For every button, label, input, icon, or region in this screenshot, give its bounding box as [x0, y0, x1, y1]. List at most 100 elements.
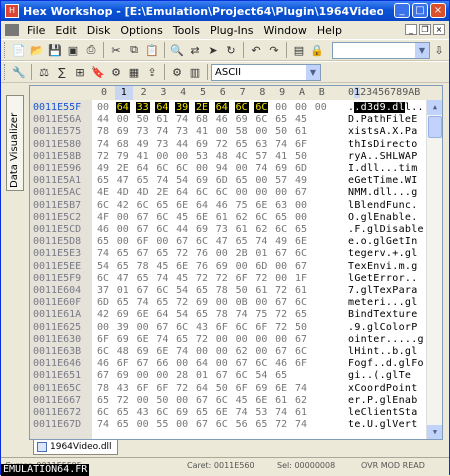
hex-byte[interactable]: 65: [155, 297, 169, 308]
hex-byte[interactable]: 50: [155, 395, 169, 406]
hex-byte[interactable]: 46: [215, 114, 229, 125]
hex-byte[interactable]: 45: [294, 114, 308, 125]
hex-byte[interactable]: 64: [175, 187, 189, 198]
hex-byte[interactable]: 4E: [96, 187, 110, 198]
hex-row[interactable]: 0011E596 49 2E 64 6C 6C 00 94 00 74 69 6D I.dll...ti…: [30, 163, 426, 174]
hex-byte[interactable]: 65: [294, 309, 308, 320]
hex-byte[interactable]: 69: [116, 126, 130, 137]
hex-byte[interactable]: 00: [254, 297, 268, 308]
tools-wrench-icon[interactable]: 🔧: [11, 64, 27, 80]
hex-byte[interactable]: 69: [175, 407, 189, 418]
ascii-text[interactable]: gi..(.glTe: [348, 370, 411, 381]
hex-byte[interactable]: 67: [274, 248, 288, 259]
menu-plugins[interactable]: Plug-Ins: [205, 24, 259, 37]
hex-byte[interactable]: 79: [116, 151, 130, 162]
hex-byte[interactable]: 74: [274, 407, 288, 418]
ascii-text[interactable]: ointer.....g: [348, 334, 424, 345]
hex-byte[interactable]: 00: [215, 126, 229, 137]
ascii-text[interactable]: BindTexture: [348, 309, 418, 320]
export-icon[interactable]: ⇪: [144, 64, 160, 80]
hex-byte[interactable]: 4D: [136, 187, 150, 198]
hex-byte[interactable]: 74: [136, 297, 150, 308]
hex-byte[interactable]: 54: [175, 175, 189, 186]
hex-byte[interactable]: 6C: [155, 224, 169, 235]
hex-byte[interactable]: 00: [175, 358, 189, 369]
hex-byte[interactable]: 6E: [254, 395, 268, 406]
hex-byte[interactable]: 37: [96, 285, 110, 296]
ascii-text[interactable]: leClientSta: [348, 407, 418, 418]
hex-byte[interactable]: 74: [294, 419, 308, 430]
checksum-icon[interactable]: ∑: [54, 64, 70, 80]
ascii-text[interactable]: ..d3d9.dll...: [348, 102, 430, 113]
hex-byte[interactable]: 50: [294, 151, 308, 162]
hex-byte[interactable]: 6E: [136, 334, 150, 345]
hex-byte[interactable]: 67: [235, 358, 249, 369]
hex-byte[interactable]: 39: [175, 102, 190, 113]
hex-byte[interactable]: 2E: [155, 187, 169, 198]
hex-byte[interactable]: 00: [254, 126, 268, 137]
hex-byte[interactable]: 54: [175, 309, 189, 320]
hex-byte[interactable]: 53: [254, 407, 268, 418]
hex-byte[interactable]: 41: [274, 151, 288, 162]
hex-byte[interactable]: 00: [195, 346, 209, 357]
hex-row[interactable]: 0011E5B7 6C 42 6C 65 6E 64 46 75 6E 63 00 lBlendFunc…: [30, 200, 426, 211]
ascii-text[interactable]: thIsDirecto: [348, 139, 418, 150]
hex-row[interactable]: 0011E667 65 72 00 50 00 67 6C 45 6E 61 62 er.P.glEna…: [30, 395, 426, 406]
open-folder-icon[interactable]: 📂: [29, 42, 45, 58]
hex-row[interactable]: 0011E5EE 54 65 78 45 6E 76 69 00 6D 00 67 TexEnvi.m.…: [30, 261, 426, 272]
hex-byte[interactable]: 62: [235, 212, 249, 223]
hex-row[interactable]: 0011E65C 78 43 6F 6F 72 64 50 6F 69 6E 74 xCoordPoin…: [30, 383, 426, 394]
hex-row[interactable]: 0011E651 67 69 00 00 28 01 67 6C 54 65 gi..(.glTe: [30, 370, 426, 381]
hex-byte[interactable]: 61: [215, 212, 229, 223]
hex-row[interactable]: 0011E672 6C 65 43 6C 69 65 6E 74 53 74 61 leClientSt…: [30, 407, 426, 418]
hex-byte[interactable]: 6C: [254, 212, 268, 223]
hex-byte[interactable]: 00: [274, 261, 288, 272]
hex-byte[interactable]: 00: [274, 273, 288, 284]
hex-byte[interactable]: 67: [274, 297, 288, 308]
hex-byte[interactable]: 6E: [274, 383, 288, 394]
hex-byte[interactable]: 75: [235, 200, 249, 211]
scroll-up-icon[interactable]: ▲: [427, 100, 442, 115]
undo-icon[interactable]: ↶: [248, 42, 264, 58]
hex-byte[interactable]: 00: [116, 236, 130, 247]
hex-byte[interactable]: 45: [235, 395, 249, 406]
hex-byte[interactable]: 41: [136, 151, 150, 162]
hex-byte[interactable]: 72: [274, 322, 288, 333]
hex-byte[interactable]: 00: [235, 261, 249, 272]
hex-byte[interactable]: 00: [274, 102, 288, 113]
menu-help[interactable]: Help: [312, 24, 347, 37]
hex-byte[interactable]: 6D: [254, 261, 268, 272]
ascii-text[interactable]: D.PathFileE: [348, 114, 418, 125]
hex-byte[interactable]: 62: [294, 395, 308, 406]
hex-byte[interactable]: 67: [195, 395, 209, 406]
hex-byte[interactable]: 65: [116, 407, 130, 418]
hex-byte[interactable]: 67: [294, 334, 308, 345]
document-tab[interactable]: 1964Video.dll: [33, 440, 118, 455]
ascii-text[interactable]: tegerv.+.gl: [348, 248, 418, 259]
hex-byte[interactable]: 57: [254, 151, 268, 162]
refresh-icon[interactable]: ↻: [223, 42, 239, 58]
hex-byte[interactable]: 67: [155, 322, 169, 333]
ascii-text[interactable]: 7.glTexPara: [348, 285, 418, 296]
hex-byte[interactable]: 62: [235, 346, 249, 357]
hex-byte[interactable]: 46: [96, 224, 110, 235]
hex-byte[interactable]: 2B: [235, 248, 249, 259]
hex-byte[interactable]: 65: [235, 236, 249, 247]
hex-byte[interactable]: 00: [195, 163, 209, 174]
operations-icon[interactable]: ⚙: [108, 64, 124, 80]
hex-byte[interactable]: 01: [116, 285, 130, 296]
hex-byte[interactable]: 6C: [96, 200, 110, 211]
hex-byte[interactable]: 61: [254, 285, 268, 296]
chevron-down-icon[interactable]: ▼: [415, 42, 429, 58]
ascii-text[interactable]: Fogf..d.glFo: [348, 358, 424, 369]
ascii-text[interactable]: e.o.glGetIn: [348, 236, 418, 247]
hex-byte[interactable]: 6C: [175, 163, 189, 174]
hex-row[interactable]: 0011E5A1 65 47 65 74 54 69 6D 65 00 57 49 eGetTime.W…: [30, 175, 426, 186]
print-icon[interactable]: ⎙: [83, 42, 99, 58]
hex-byte[interactable]: 65: [116, 297, 130, 308]
hex-byte[interactable]: 65: [96, 175, 110, 186]
hex-byte[interactable]: 6D: [215, 175, 229, 186]
hex-byte[interactable]: 50: [294, 322, 308, 333]
hex-byte[interactable]: 00: [215, 334, 229, 345]
hex-byte[interactable]: 00: [155, 151, 169, 162]
